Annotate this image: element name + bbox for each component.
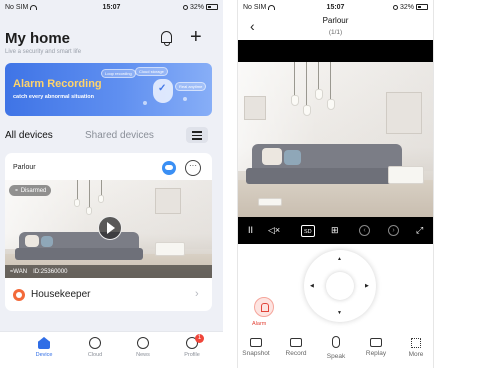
- network-label: ≈WAN: [10, 268, 28, 275]
- next-button[interactable]: ›: [388, 225, 399, 236]
- siren-icon[interactable]: [254, 297, 274, 317]
- ptz-joystick[interactable]: ▲ ▼ ◀ ▶: [304, 250, 376, 322]
- page-subtitle: Live a security and smart life: [5, 49, 82, 55]
- device-list-screen: No SIM 15:07 32% My home Live a security…: [0, 0, 223, 368]
- previous-button[interactable]: ‹: [359, 225, 370, 236]
- notification-badge: 1: [195, 334, 204, 343]
- page-counter: (1/1): [328, 29, 343, 36]
- camera-icon: [250, 338, 262, 347]
- video-record-icon: [290, 338, 302, 347]
- page-title: Parlour: [322, 16, 349, 25]
- ptz-up-arrow[interactable]: ▲: [337, 256, 342, 262]
- speak-button[interactable]: Speak: [318, 336, 354, 360]
- replay-button[interactable]: Replay: [358, 338, 394, 357]
- bell-icon[interactable]: [161, 31, 172, 46]
- tool-bar: Snapshot Record Speak Replay More: [238, 336, 433, 368]
- ptz-down-arrow[interactable]: ▼: [337, 310, 342, 316]
- snapshot-button[interactable]: Snapshot: [238, 338, 274, 357]
- banner-chip: Loop recording: [101, 69, 136, 78]
- housekeeper-row[interactable]: Housekeeper ›: [5, 286, 212, 308]
- more-options-button[interactable]: ···: [185, 160, 201, 176]
- add-device-button[interactable]: +: [190, 27, 202, 47]
- promo-banner[interactable]: Loop recording Cloud storage Real anytim…: [5, 63, 212, 116]
- fullscreen-button[interactable]: ⤢: [416, 223, 423, 237]
- preview-footer: ≈WAN ID:25360000: [5, 265, 212, 278]
- tab-all-devices[interactable]: All devices: [5, 130, 53, 141]
- pause-button[interactable]: II: [248, 223, 253, 237]
- live-view-screen: No SIM 15:07 32% ‹ Parlour (1/1) II ◁× S…: [237, 0, 434, 368]
- camera-preview[interactable]: ⚬ Disarmed ≈WAN ID:25360000: [5, 180, 212, 278]
- quality-button[interactable]: SD: [301, 225, 315, 237]
- film-icon: [370, 338, 382, 347]
- device-name: Parlour: [13, 164, 36, 171]
- banner-chip: Real anytime: [175, 82, 207, 91]
- banner-title: Alarm Recording: [13, 78, 102, 90]
- bottom-nav: Device Cloud News 1 Profile: [0, 331, 223, 368]
- nav-item-news[interactable]: News: [123, 337, 163, 358]
- ptz-center-knob[interactable]: [326, 272, 354, 300]
- record-button[interactable]: Record: [278, 338, 314, 357]
- status-time: 15:07: [102, 3, 121, 11]
- video-control-bar: II ◁× SD ⊞ ‹ › ⤢: [238, 217, 433, 244]
- ptz-right-arrow[interactable]: ▶: [365, 283, 369, 289]
- layout-button[interactable]: ⊞: [331, 223, 339, 237]
- shield-icon: [153, 79, 173, 103]
- housekeeper-label: Housekeeper: [31, 289, 91, 300]
- home-icon: [38, 337, 50, 349]
- cloud-icon[interactable]: [162, 161, 176, 175]
- play-icon[interactable]: [98, 216, 122, 240]
- alarm-label: Alarm: [252, 321, 267, 327]
- status-bar: No SIM 15:07 32%: [0, 0, 223, 14]
- chevron-right-icon: ›: [195, 288, 199, 300]
- device-tabs: All devices Shared devices: [0, 127, 223, 145]
- cloud-icon: [89, 337, 101, 349]
- device-id: ID:25360000: [33, 268, 68, 275]
- page-title: My home: [5, 30, 71, 47]
- mute-button[interactable]: ◁×: [268, 223, 280, 237]
- more-button[interactable]: More: [398, 338, 433, 358]
- tab-shared-devices[interactable]: Shared devices: [85, 130, 154, 141]
- live-video[interactable]: [238, 62, 433, 217]
- microphone-icon: [332, 336, 340, 348]
- compass-icon: [137, 337, 149, 349]
- video-letterbox: [238, 40, 433, 62]
- battery-icon: [206, 4, 218, 10]
- status-bar: No SIM 15:07 32%: [238, 0, 433, 14]
- ptz-left-arrow[interactable]: ◀: [310, 283, 314, 289]
- banner-subtitle: catch every abnormal situation: [13, 94, 94, 100]
- grid-icon: [411, 338, 421, 348]
- battery-icon: [416, 4, 428, 10]
- nav-item-profile[interactable]: 1 Profile: [172, 334, 212, 358]
- nav-item-device[interactable]: Device: [24, 337, 64, 358]
- list-menu-button[interactable]: [186, 127, 208, 143]
- arm-status-pill: ⚬ Disarmed: [9, 185, 52, 196]
- banner-chip: Cloud storage: [135, 67, 168, 76]
- nav-item-cloud[interactable]: Cloud: [75, 337, 115, 358]
- housekeeper-icon: [13, 289, 25, 301]
- device-card[interactable]: Parlour ··· ⚬ Disarmed ≈WAN ID:25360000: [5, 153, 212, 311]
- status-time: 15:07: [326, 3, 345, 11]
